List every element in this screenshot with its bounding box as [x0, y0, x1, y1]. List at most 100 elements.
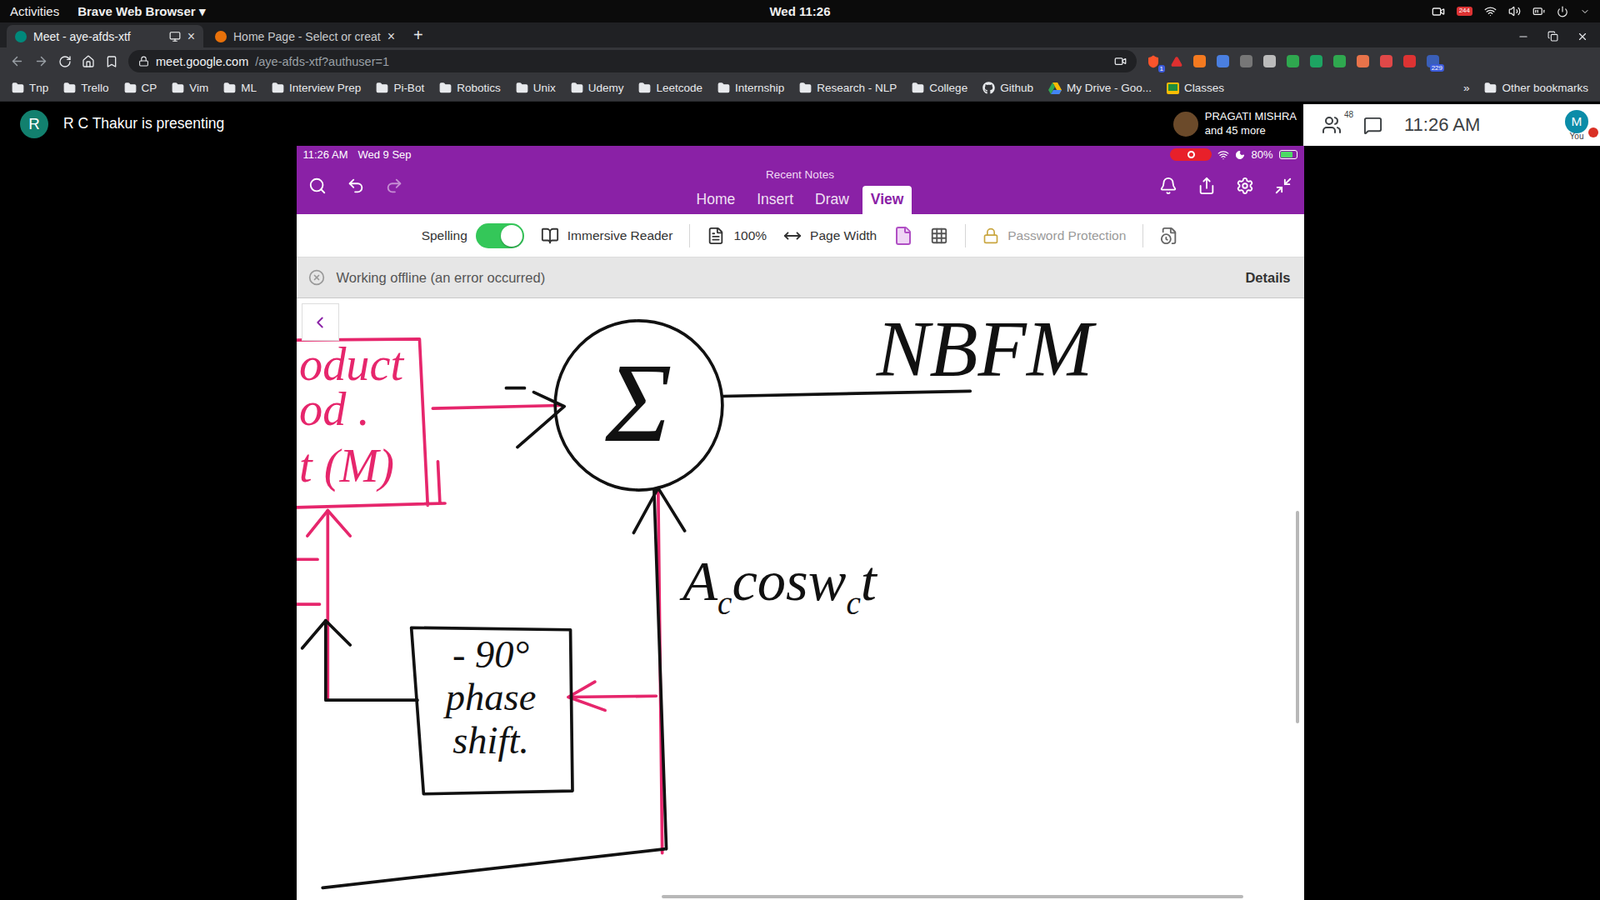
undo-icon[interactable]	[346, 176, 365, 195]
extension-icon[interactable]	[1356, 55, 1370, 68]
phase-shift-box	[410, 627, 572, 794]
details-button[interactable]: Details	[1245, 270, 1290, 286]
redo-icon[interactable]	[385, 176, 404, 195]
phase-shift-text: shift.	[452, 719, 530, 762]
bookmark-icon[interactable]	[105, 55, 119, 69]
bookmark-item[interactable]: Pi-Bot	[375, 81, 425, 95]
bookmark-item[interactable]: Vim	[171, 81, 209, 95]
new-tab-button[interactable]: +	[406, 25, 430, 48]
bookmark-item[interactable]: Internship	[717, 81, 785, 95]
notification-badge[interactable]: 244	[1456, 6, 1473, 16]
browser-tab[interactable]: Meet - aye-afds-xtf×	[6, 25, 204, 48]
folder-icon	[11, 81, 25, 95]
page-width-button[interactable]: Page Width	[783, 226, 877, 245]
ribbon-tab[interactable]: View	[862, 185, 913, 215]
other-bookmarks[interactable]: Other bookmarks	[1484, 81, 1589, 95]
bookmark-item[interactable]: Udemy	[570, 81, 625, 95]
extension-icon[interactable]	[1286, 55, 1300, 68]
screen-record-icon[interactable]	[1431, 5, 1445, 19]
lock-icon	[138, 55, 150, 67]
zoom-button[interactable]: 100%	[706, 226, 767, 245]
folder-icon	[570, 81, 584, 95]
password-protection-button[interactable]: Password Protection	[982, 227, 1126, 245]
system-clock[interactable]: Wed 11:26	[769, 4, 830, 19]
browser-tab[interactable]: Home Page - Select or creat×	[206, 25, 404, 48]
folder-icon	[124, 81, 137, 95]
tab-close[interactable]: ×	[387, 29, 395, 45]
extension-icon[interactable]	[1193, 55, 1206, 68]
wifi-icon[interactable]	[1484, 5, 1497, 18]
home-icon[interactable]	[81, 55, 95, 69]
bookmark-item[interactable]: Classes	[1166, 81, 1225, 95]
bookmark-item[interactable]: ML	[223, 81, 257, 95]
immersive-reader-button[interactable]: Immersive Reader	[540, 226, 674, 245]
restore-icon[interactable]	[1547, 30, 1559, 42]
back-button[interactable]	[301, 303, 340, 341]
classroom-icon	[1166, 82, 1180, 95]
bell-icon[interactable]	[1159, 176, 1178, 195]
search-icon[interactable]	[308, 176, 327, 195]
menu-arrow-icon[interactable]	[1580, 6, 1590, 17]
tab-close[interactable]: ×	[187, 29, 195, 45]
battery-icon[interactable]	[1532, 5, 1545, 18]
notebook-title[interactable]: Recent Notes	[765, 168, 835, 181]
collapse-icon[interactable]	[1274, 176, 1293, 195]
page-width-icon	[783, 226, 802, 245]
bookmark-item[interactable]: CP	[124, 81, 158, 95]
chat-icon[interactable]	[1363, 115, 1383, 135]
people-button[interactable]: 48	[1321, 115, 1342, 135]
participant-photo	[1173, 111, 1199, 137]
extension-icon[interactable]	[1240, 55, 1253, 68]
forward-icon[interactable]	[34, 54, 49, 69]
zoom-icon	[706, 226, 725, 245]
ribbon-tab[interactable]: Draw	[806, 185, 858, 215]
rule-lines-icon[interactable]	[930, 226, 949, 245]
page-color-icon[interactable]	[893, 225, 914, 246]
folder-icon	[375, 81, 389, 95]
bookmark-item[interactable]: My Drive - Goo...	[1048, 81, 1152, 95]
bookmark-item[interactable]: Tnp	[11, 81, 49, 95]
rewards-icon[interactable]	[1170, 55, 1183, 68]
camera-icon[interactable]	[1114, 55, 1127, 68]
extension-icon[interactable]	[1310, 55, 1323, 68]
back-icon[interactable]	[10, 54, 25, 69]
share-icon[interactable]	[1197, 176, 1216, 195]
bookmark-item[interactable]: College	[911, 81, 968, 95]
bookmark-item[interactable]: Trello	[63, 81, 109, 95]
power-icon[interactable]	[1556, 5, 1569, 18]
reload-icon[interactable]	[58, 55, 72, 69]
spelling-toggle[interactable]: Spelling	[421, 223, 525, 249]
dismiss-icon[interactable]	[308, 269, 325, 286]
app-menu[interactable]: Brave Web Browser ▾	[77, 4, 206, 20]
minimize-icon[interactable]	[1517, 30, 1530, 43]
extension-icon[interactable]	[1380, 55, 1393, 68]
extension-icon[interactable]	[1263, 55, 1276, 68]
bookmarks-overflow[interactable]: »	[1463, 81, 1470, 95]
participant-tile[interactable]: PRAGATI MISHRAand 45 more	[1173, 110, 1304, 138]
system-bar: Activities Brave Web Browser ▾ Wed 11:26 24…	[0, 0, 1600, 23]
note-canvas[interactable]: ΣNBFMAccoswct- 90°phaseshift.oductod .t …	[296, 298, 1305, 900]
bookmark-item[interactable]: Research - NLP	[799, 81, 897, 95]
bookmark-item[interactable]: Github	[982, 81, 1034, 95]
extension-icon[interactable]	[1403, 55, 1416, 68]
settings-icon[interactable]	[1235, 176, 1255, 195]
ribbon-tab[interactable]: Home	[688, 185, 745, 215]
extension-icon[interactable]	[1216, 55, 1230, 68]
self-avatar[interactable]: MYou	[1565, 110, 1589, 141]
activities-button[interactable]: Activities	[10, 4, 60, 19]
vertical-scrollbar[interactable]	[1295, 510, 1300, 724]
bookmark-item[interactable]: Interview Prep	[271, 81, 361, 95]
extension-icon[interactable]	[1333, 55, 1346, 68]
bookmark-item[interactable]: Unix	[515, 81, 556, 95]
extension-icon[interactable]: 229	[1426, 55, 1440, 68]
ribbon-tab[interactable]: Insert	[748, 185, 802, 215]
bookmark-item[interactable]: Leetcode	[638, 81, 703, 95]
url-field[interactable]: meet.google.com/aye-afds-xtf?authuser=1	[128, 50, 1137, 73]
horizontal-scrollbar[interactable]	[661, 895, 1244, 899]
moon-icon	[1235, 150, 1245, 160]
volume-icon[interactable]	[1508, 5, 1521, 18]
bookmark-item[interactable]: Robotics	[439, 81, 501, 95]
page-versions-icon[interactable]	[1160, 226, 1179, 245]
folder-icon	[911, 81, 925, 95]
close-window-icon[interactable]	[1576, 30, 1589, 43]
